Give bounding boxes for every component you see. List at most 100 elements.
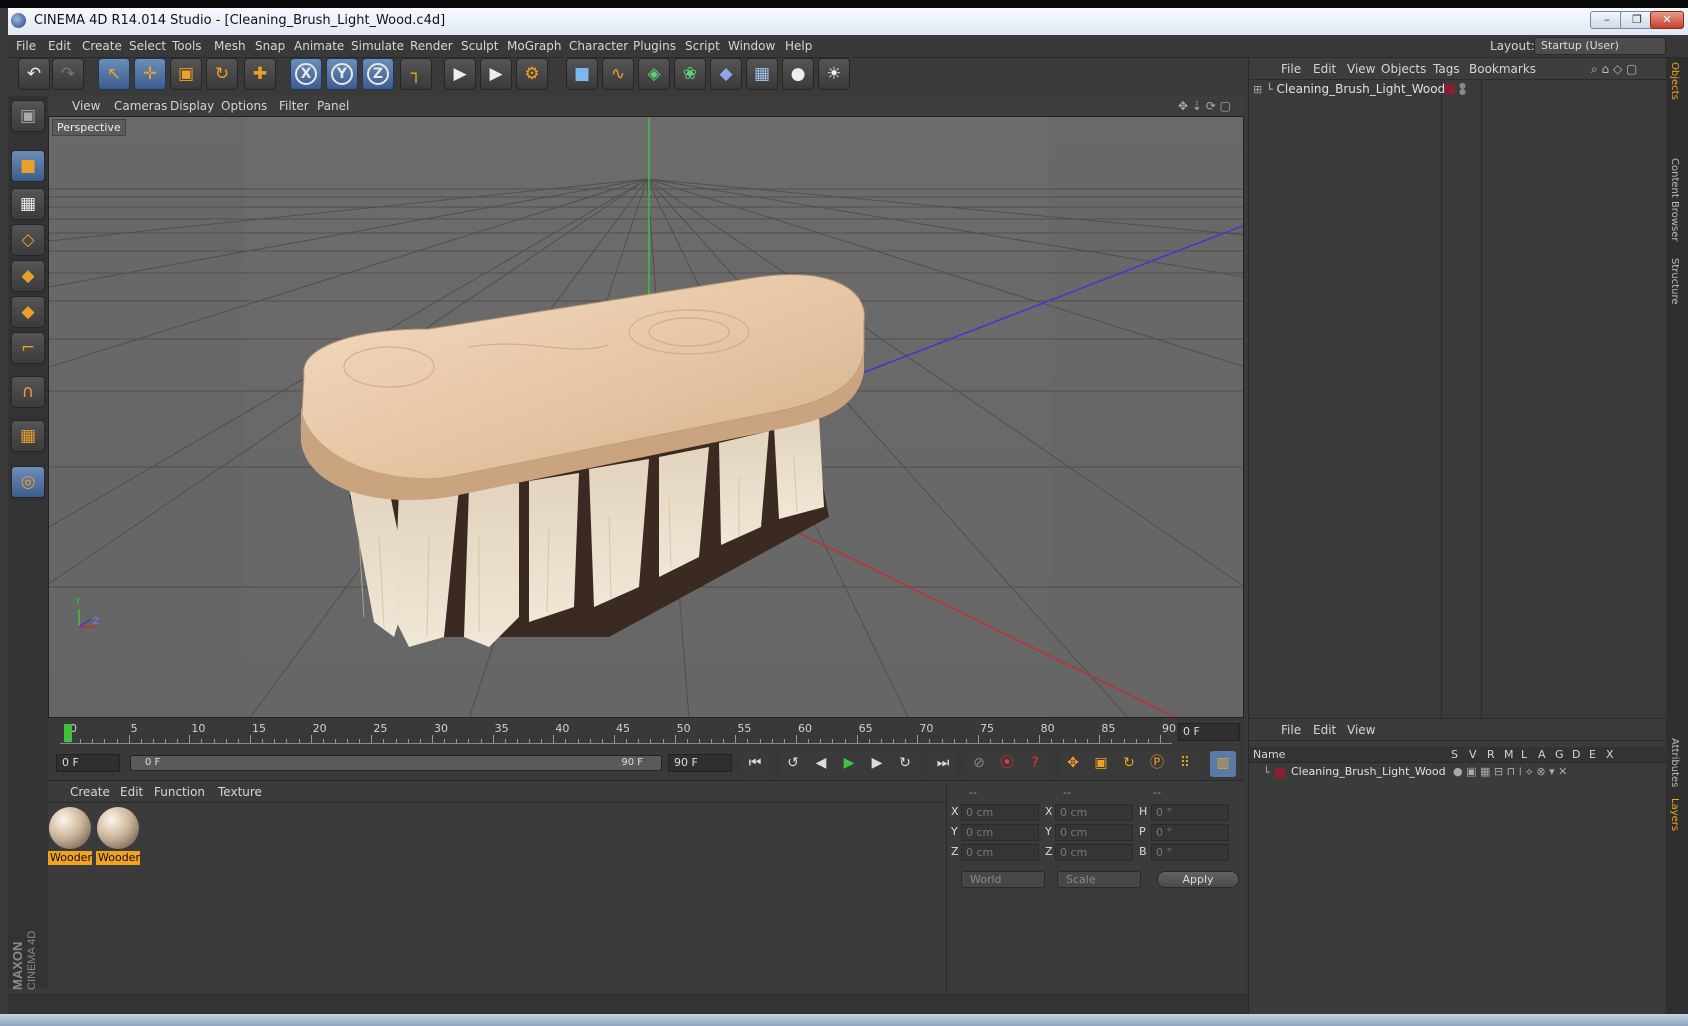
layer-col-deformers[interactable]: D	[1572, 748, 1580, 761]
start-frame-field[interactable]: 0 F	[56, 754, 120, 772]
layer-col-animation[interactable]: A	[1538, 748, 1546, 761]
viewport-navigation-icons[interactable]: ✥ ⇣ ⟳ ▢	[1178, 99, 1231, 113]
camera-button[interactable]: ●	[782, 58, 814, 90]
position-y-field[interactable]: 0 cm	[961, 824, 1039, 841]
recent-tool-button[interactable]: ✚	[244, 58, 276, 90]
mode-button-workplane[interactable]: ◇	[11, 224, 45, 256]
tab-content-browser[interactable]: Content Browser	[1669, 158, 1680, 241]
timeline-window-icon[interactable]: ▥	[1210, 751, 1236, 777]
viewport-menu-filter[interactable]: Filter	[279, 99, 309, 113]
mode-button-edges[interactable]: ◆	[11, 296, 45, 328]
menu-character[interactable]: Character	[569, 39, 628, 53]
scale-tool[interactable]: ▣	[170, 58, 202, 90]
layout-dropdown[interactable]: Startup (User)	[1534, 37, 1666, 55]
layer-color-swatch[interactable]	[1275, 768, 1285, 778]
material-menu-create[interactable]: Create	[70, 785, 110, 799]
objects-search-icon[interactable]: ⌕ ⌂ ◇ ▢	[1591, 62, 1637, 77]
render-to-picture-viewer-button[interactable]: ▶	[480, 58, 512, 90]
close-button[interactable]: ✕	[1650, 11, 1684, 29]
tab-layers[interactable]: Layers	[1669, 798, 1680, 831]
layer-col-generators[interactable]: G	[1555, 748, 1564, 761]
x-axis-lock[interactable]: X	[290, 58, 322, 90]
mode-button-object[interactable]: ■	[11, 150, 45, 182]
material-menu-function[interactable]: Function	[154, 785, 205, 799]
size-x-field[interactable]: 0 cm	[1055, 804, 1133, 821]
menu-render[interactable]: Render	[410, 39, 453, 53]
timeline-ruler[interactable]: 0 5 10 15 20 25 30 35 40 45 50 55 60 65 70 75 80 85 90	[60, 722, 1176, 744]
tab-attributes[interactable]: Attributes	[1669, 738, 1680, 787]
end-frame-field[interactable]: 90 F	[668, 754, 732, 772]
menu-help[interactable]: Help	[785, 39, 812, 53]
perspective-viewport[interactable]: Perspective Y Z	[48, 116, 1244, 718]
previous-frame-button[interactable]: ◀	[808, 751, 834, 777]
z-axis-lock[interactable]: Z	[362, 58, 394, 90]
layer-col-expressions[interactable]: E	[1589, 748, 1596, 761]
play-button[interactable]: ▶	[836, 751, 862, 777]
spline-button[interactable]: ∿	[602, 58, 634, 90]
viewport-menu-view[interactable]: View	[72, 99, 100, 113]
light-button[interactable]: ☀	[818, 58, 850, 90]
layers-menu-edit[interactable]: Edit	[1313, 723, 1336, 737]
viewport-menu-options[interactable]: Options	[221, 99, 267, 113]
preview-range-slider[interactable]: 0 F 90 F	[130, 755, 662, 771]
viewport-menu-cameras[interactable]: Cameras	[114, 99, 167, 113]
y-axis-lock[interactable]: Y	[326, 58, 358, 90]
layers-menu-file[interactable]: File	[1281, 723, 1301, 737]
visibility-dots-icon[interactable]: ● ●	[1459, 82, 1466, 96]
go-to-end-button[interactable]: ⏭	[930, 751, 956, 777]
key-points-icon[interactable]: ⠿	[1172, 751, 1198, 777]
playhead[interactable]	[64, 724, 72, 742]
position-z-field[interactable]: 0 cm	[961, 844, 1039, 861]
rotation-h-field[interactable]: 0 °	[1151, 804, 1229, 821]
mode-button-texture[interactable]: ▦	[11, 188, 45, 220]
render-settings-button[interactable]: ⚙	[516, 58, 548, 90]
material-swatch[interactable]: Wooden	[48, 807, 92, 865]
current-frame-field[interactable]: 0 F	[1178, 723, 1240, 741]
menu-file[interactable]: File	[16, 39, 36, 53]
key-scale-icon[interactable]: ▣	[1088, 751, 1114, 777]
keyframe-help-icon[interactable]: ?	[1022, 751, 1048, 777]
viewport-menu-panel[interactable]: Panel	[317, 99, 349, 113]
material-swatch[interactable]: Wooden	[96, 807, 140, 865]
layer-col-view[interactable]: V	[1469, 748, 1477, 761]
go-to-start-button[interactable]: ⏮	[742, 751, 768, 777]
floor-button[interactable]: ▦	[746, 58, 778, 90]
cube-object-button[interactable]: ■	[566, 58, 598, 90]
key-parameter-icon[interactable]: Ⓟ	[1144, 751, 1170, 777]
previous-key-button[interactable]: ↺	[780, 751, 806, 777]
menu-snap[interactable]: Snap	[255, 39, 285, 53]
next-key-button[interactable]: ↻	[892, 751, 918, 777]
objects-menu-objects[interactable]: Objects	[1381, 62, 1426, 76]
size-z-field[interactable]: 0 cm	[1055, 844, 1133, 861]
menu-plugins[interactable]: Plugins	[633, 39, 676, 53]
tab-objects[interactable]: Objects	[1669, 62, 1680, 100]
axis-mode-button[interactable]: ∩	[11, 376, 45, 408]
rotation-p-field[interactable]: 0 °	[1151, 824, 1229, 841]
nurbs-button[interactable]: ◈	[638, 58, 670, 90]
menu-create[interactable]: Create	[82, 39, 122, 53]
layer-name[interactable]: Cleaning_Brush_Light_Wood	[1291, 765, 1446, 778]
layer-row[interactable]: └ Cleaning_Brush_Light_Wood ● ▣ ▦ ⊟ ⊓ ⁞ …	[1249, 764, 1667, 782]
position-x-field[interactable]: 0 cm	[961, 804, 1039, 821]
menu-mesh[interactable]: Mesh	[214, 39, 246, 53]
apply-button[interactable]: Apply	[1157, 871, 1239, 888]
redo-button[interactable]: ↷	[52, 58, 84, 90]
tab-structure[interactable]: Structure	[1669, 258, 1680, 305]
objects-menu-view[interactable]: View	[1347, 62, 1375, 76]
objects-menu-bookmarks[interactable]: Bookmarks	[1469, 62, 1536, 76]
key-position-icon[interactable]: ✥	[1060, 751, 1086, 777]
restore-button[interactable]: ❐	[1620, 11, 1654, 29]
menu-script[interactable]: Script	[685, 39, 720, 53]
layer-col-xref[interactable]: X	[1606, 748, 1614, 761]
objects-menu-edit[interactable]: Edit	[1313, 62, 1336, 76]
objects-menu-file[interactable]: File	[1281, 62, 1301, 76]
live-selection-tool[interactable]: ↖	[98, 58, 130, 90]
menu-simulate[interactable]: Simulate	[351, 39, 404, 53]
size-mode-dropdown[interactable]: Scale	[1057, 871, 1141, 888]
mode-button-model[interactable]: ▣	[11, 100, 45, 132]
layers-menu-view[interactable]: View	[1347, 723, 1375, 737]
deformer-button[interactable]: ◆	[710, 58, 742, 90]
viewport-menu-display[interactable]: Display	[170, 99, 214, 113]
array-button[interactable]: ❀	[674, 58, 706, 90]
menu-tools[interactable]: Tools	[172, 39, 202, 53]
